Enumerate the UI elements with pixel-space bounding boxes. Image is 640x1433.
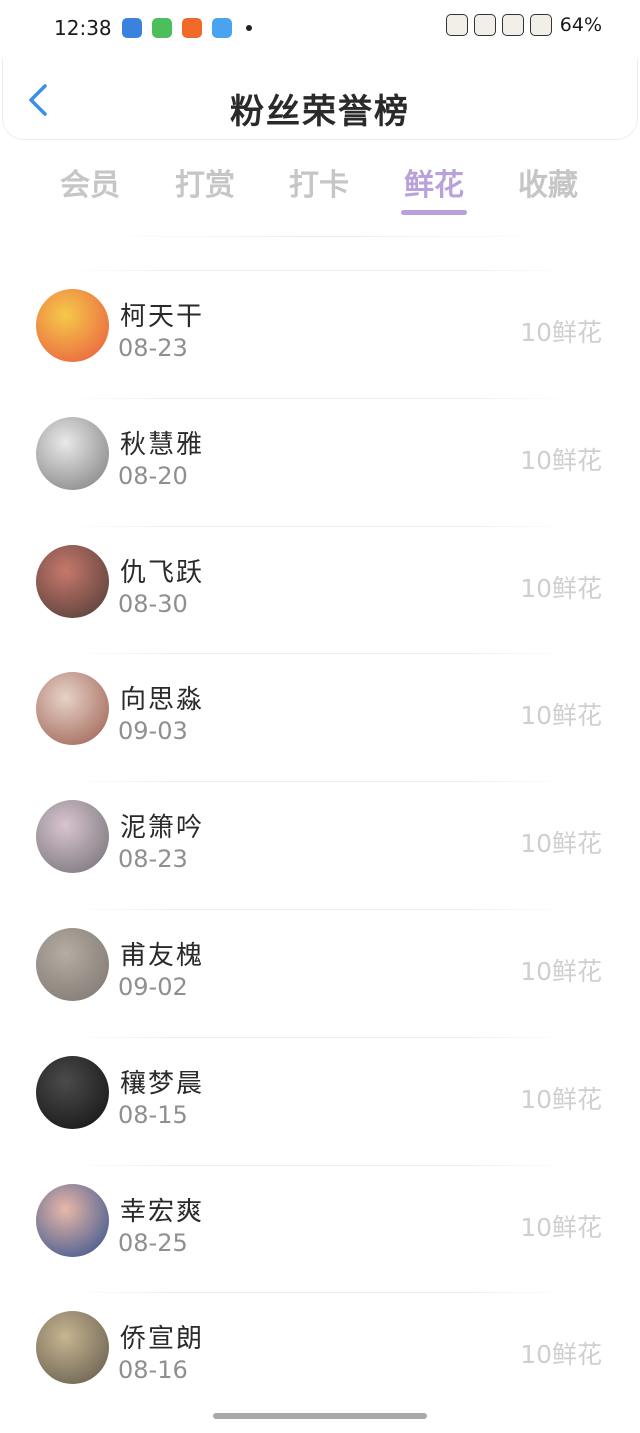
fan-name: 秋慧雅 (120, 429, 205, 460)
fan-name: 穰梦晨 (120, 1068, 205, 1099)
avatar[interactable] (36, 289, 109, 362)
tab-bar: 会员 打赏 打卡 鲜花 收藏 (0, 160, 640, 216)
tab-flowers[interactable]: 鲜花 (384, 160, 484, 204)
avatar[interactable] (36, 1311, 109, 1385)
active-tab-indicator (401, 210, 467, 215)
avatar[interactable] (36, 672, 109, 746)
fan-name: 仇飞跃 (120, 557, 205, 588)
flower-count: 10鲜花 (520, 1212, 602, 1242)
row-divider (70, 1164, 570, 1166)
list-item[interactable]: 向思淼 09-03 10鲜花 (0, 653, 640, 781)
avatar[interactable] (36, 1183, 109, 1257)
fan-name: 泥箫吟 (120, 813, 205, 844)
avatar[interactable] (36, 544, 109, 618)
status-time: 12:38 (54, 16, 112, 40)
list-item[interactable]: 甫友槐 09-02 10鲜花 (0, 908, 640, 1037)
divider (90, 236, 560, 237)
sticker-icon (501, 14, 524, 36)
list-item[interactable]: 柯天干 08-23 10鲜花 (0, 270, 640, 398)
fan-name: 柯天干 (120, 302, 205, 332)
fan-date: 09-02 (118, 972, 188, 1001)
list-item[interactable]: 泥箫吟 08-23 10鲜花 (0, 781, 640, 909)
tab-checkin[interactable]: 打卡 (269, 160, 369, 204)
tab-tipping[interactable]: 打赏 (155, 160, 255, 204)
sticker-icon (529, 14, 552, 36)
avatar[interactable] (36, 1055, 109, 1129)
app-notification-icon (182, 18, 202, 38)
row-divider (70, 270, 570, 271)
avatar[interactable] (36, 416, 109, 490)
sticker-icon (445, 14, 468, 36)
flower-count: 10鲜花 (520, 1084, 602, 1114)
row-divider (70, 525, 570, 527)
flower-count: 10鲜花 (520, 829, 602, 859)
fan-date: 08-23 (118, 334, 188, 362)
fan-date: 08-20 (118, 461, 188, 490)
flower-count: 10鲜花 (520, 445, 602, 475)
header: 粉丝荣誉榜 (2, 58, 638, 140)
row-divider (70, 653, 570, 655)
list-item[interactable]: 仇飞跃 08-30 10鲜花 (0, 525, 640, 654)
list-item[interactable]: 幸宏爽 08-25 10鲜花 (0, 1164, 640, 1293)
row-divider (70, 1292, 570, 1294)
fan-name: 幸宏爽 (120, 1196, 205, 1227)
sticker-icon (473, 14, 496, 36)
fan-date: 08-25 (118, 1228, 188, 1257)
flower-count: 10鲜花 (520, 1340, 602, 1370)
list-item[interactable]: 侨宣朗 08-16 10鲜花 (0, 1292, 640, 1420)
status-app-icons (122, 18, 252, 38)
row-divider (70, 781, 570, 783)
page-title: 粉丝荣誉榜 (230, 92, 410, 132)
fan-list: 柯天干 08-23 10鲜花 秋慧雅 08-20 10鲜花 仇飞跃 08-30 10鲜花 向思淼 0… (0, 270, 640, 1420)
fan-name: 侨宣朗 (120, 1324, 205, 1355)
fan-date: 08-30 (118, 589, 188, 618)
tab-favorites[interactable]: 收藏 (498, 160, 598, 204)
app-notification-icon (122, 18, 142, 38)
fan-name: 甫友槐 (120, 940, 205, 971)
battery-level: 64% (559, 14, 602, 36)
flower-count: 10鲜花 (520, 573, 602, 603)
app-notification-icon (152, 18, 172, 38)
avatar[interactable] (36, 800, 109, 874)
fan-date: 09-03 (118, 717, 188, 746)
tab-membership[interactable]: 会员 (40, 160, 140, 204)
list-item[interactable]: 穰梦晨 08-15 10鲜花 (0, 1036, 640, 1165)
row-divider (70, 1036, 570, 1038)
fan-name: 向思淼 (120, 685, 205, 716)
fan-date: 08-23 (118, 845, 188, 874)
status-right: 64% (445, 14, 602, 36)
more-notifications-icon (246, 25, 252, 31)
fan-date: 08-16 (118, 1356, 188, 1385)
list-item[interactable]: 秋慧雅 08-20 10鲜花 (0, 397, 640, 526)
home-indicator[interactable] (213, 1413, 427, 1419)
flower-count: 10鲜花 (520, 701, 602, 731)
row-divider (70, 908, 570, 910)
fan-date: 08-15 (118, 1100, 188, 1129)
flower-count: 10鲜花 (520, 318, 602, 347)
flower-count: 10鲜花 (520, 956, 602, 986)
avatar[interactable] (36, 927, 109, 1001)
row-divider (70, 397, 570, 399)
app-notification-icon (212, 18, 232, 38)
status-bar: 12:38 64% (0, 0, 640, 58)
